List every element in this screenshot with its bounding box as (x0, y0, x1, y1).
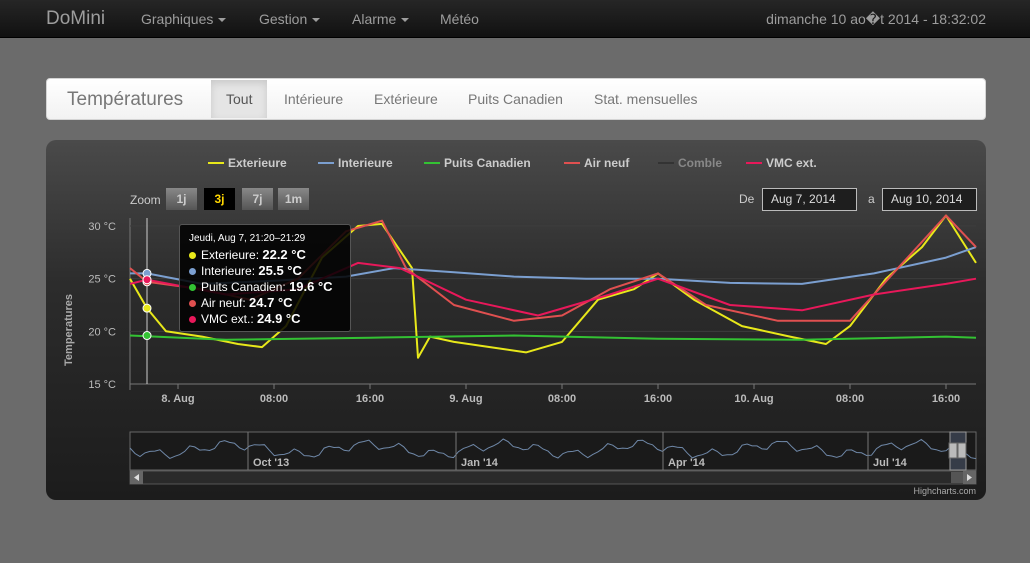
x-tick-label: 10. Aug (734, 393, 773, 405)
y-tick-label: 25 °C (88, 274, 116, 286)
hover-marker (142, 331, 152, 341)
zoom-label: Zoom (130, 193, 161, 207)
tooltip-row: VMC ext.: 24.9 °C (189, 311, 341, 327)
to-label: a (868, 192, 875, 206)
page-title: Températures (67, 89, 184, 110)
series-dot-icon (189, 268, 196, 276)
tooltip-row: Puits Canadien: 19.6 °C (189, 279, 341, 295)
credits-link[interactable]: Highcharts.com (913, 486, 976, 496)
chart-tooltip: Jeudi, Aug 7, 21:20–21:29 Exterieure: 22… (179, 224, 351, 332)
tooltip-series-name: VMC ext.: (201, 312, 258, 326)
x-tick-label: 16:00 (356, 393, 384, 405)
nav-label: Alarme (352, 11, 397, 27)
legend-item-label: Comble (678, 156, 722, 170)
tooltip-row: Interieure: 25.5 °C (189, 263, 341, 279)
navigator-handle-left (948, 442, 958, 459)
tab-stat-mensuelles[interactable]: Stat. mensuelles (579, 80, 713, 118)
x-tick-label: 08:00 (260, 393, 288, 405)
y-tick-label: 15 °C (88, 379, 116, 391)
tooltip-row: Exterieure: 22.2 °C (189, 247, 341, 263)
tooltip-series-name: Interieure: (201, 264, 259, 278)
nav-alarme[interactable]: Alarme (352, 11, 410, 27)
x-tick-label: 08:00 (836, 393, 864, 405)
datetime-display: dimanche 10 ao�t 2014 - 18:32:02 (766, 11, 986, 27)
nav-label: Météo (440, 11, 479, 27)
tooltip-series-value: 19.6 °C (289, 279, 333, 294)
from-label: De (739, 192, 755, 206)
x-tick-label: 16:00 (644, 393, 672, 405)
series-dot-icon (189, 252, 196, 260)
series-dot-icon (189, 316, 196, 324)
tooltip-series-value: 24.9 °C (257, 311, 301, 326)
nav-label: Gestion (259, 11, 308, 27)
nav-graphiques[interactable]: Graphiques (141, 11, 227, 27)
x-tick-label: 16:00 (932, 393, 960, 405)
series-line-puits-canadien (129, 334, 977, 341)
legend-item-label: Air neuf (584, 156, 630, 170)
x-tick-label: 08:00 (548, 393, 576, 405)
tooltip-series-value: 25.5 °C (258, 263, 302, 278)
x-axis: 8. Aug 08:00 16:00 9. Aug 08:00 16:00 10. Aug 0… (130, 383, 976, 405)
hover-marker (142, 275, 152, 285)
nav-label: Graphiques (141, 11, 214, 27)
series-dot-icon (189, 300, 196, 308)
zoom-7j-button[interactable]: 7j (242, 188, 273, 210)
tabs-bar: Températures Tout Intérieure Extérieure … (46, 78, 986, 120)
tooltip-series-name: Puits Canadien: (201, 280, 290, 294)
caret-down-icon (312, 18, 321, 23)
tooltip-series-value: 22.2 °C (262, 247, 306, 262)
from-date-input[interactable]: Aug 7, 2014 (762, 188, 857, 211)
tab-tout[interactable]: Tout (211, 80, 268, 118)
scrollbar[interactable] (129, 470, 977, 485)
tooltip-row: Air neuf: 24.7 °C (189, 295, 341, 311)
to-date-input[interactable]: Aug 10, 2014 (882, 188, 977, 211)
navigator[interactable]: Oct '13 Jan '14 Apr '14 Jul '14 (129, 431, 977, 471)
legend-item-label: Interieure (338, 156, 393, 170)
tooltip-series-value: 24.7 °C (249, 295, 293, 310)
x-tick-label: 8. Aug (161, 393, 194, 405)
navigator-tick-label: Apr '14 (668, 457, 706, 469)
tooltip-header: Jeudi, Aug 7, 21:20–21:29 (189, 233, 306, 244)
series-dot-icon (189, 284, 196, 292)
zoom-1j-button[interactable]: 1j (166, 188, 197, 210)
tab-interieure[interactable]: Intérieure (269, 80, 358, 118)
tooltip-series-name: Air neuf: (201, 296, 250, 310)
x-tick-label: 9. Aug (449, 393, 482, 405)
tooltip-rows: Exterieure: 22.2 °C Interieure: 25.5 °C Pu… (189, 247, 341, 327)
legend-item-label: Puits Canadien (444, 156, 531, 170)
chart-panel: Exterieure Interieure Puits Canadien Air ne… (46, 140, 986, 500)
navigator-tick-label: Jan '14 (461, 457, 499, 469)
zoom-3j-button[interactable]: 3j (204, 188, 235, 210)
y-tick-label: 30 °C (88, 221, 116, 233)
tab-puits-canadien[interactable]: Puits Canadien (453, 80, 578, 118)
navbar: DoMini Graphiques Gestion Alarme Météo d… (0, 0, 1030, 38)
navigator-tick-label: Jul '14 (873, 457, 908, 469)
navigator-handle-right (957, 442, 967, 459)
legend-item-label: Exterieure (228, 156, 287, 170)
nav-gestion[interactable]: Gestion (259, 11, 321, 27)
y-tick-label: 20 °C (88, 326, 116, 338)
caret-down-icon (218, 18, 227, 23)
hover-marker (142, 303, 152, 313)
legend-item-label: VMC ext. (766, 156, 817, 170)
y-axis: 15 °C 20 °C 25 °C 30 °C (88, 221, 116, 391)
brand-logo[interactable]: DoMini (46, 8, 105, 30)
zoom-1m-button[interactable]: 1m (278, 188, 309, 210)
tooltip-series-name: Exterieure: (201, 248, 263, 262)
y-axis-title: Temperatures (63, 294, 75, 366)
caret-down-icon (401, 18, 410, 23)
tab-exterieure[interactable]: Extérieure (359, 80, 453, 118)
scrollbar-thumb[interactable] (951, 472, 963, 483)
chart-legend: Exterieure Interieure Puits Canadien Air ne… (208, 156, 817, 170)
nav-meteo[interactable]: Météo (440, 11, 479, 27)
navigator-tick-label: Oct '13 (253, 457, 289, 469)
